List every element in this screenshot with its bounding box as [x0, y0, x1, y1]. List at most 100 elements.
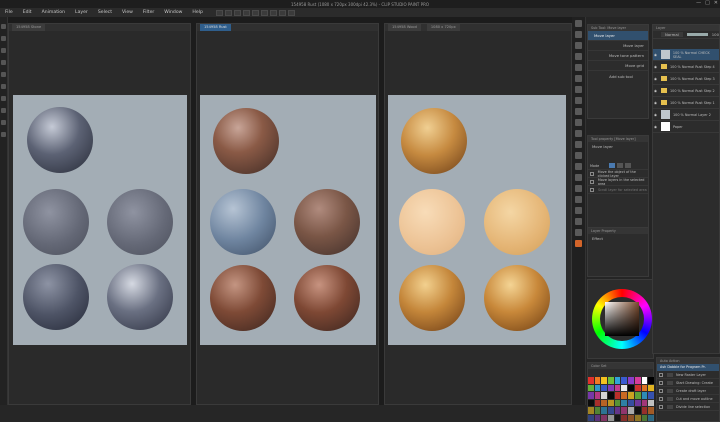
color-swatch[interactable] [614, 377, 621, 384]
tab-wood[interactable]: 154958 Wood [388, 24, 421, 31]
balloon-icon[interactable] [575, 218, 582, 225]
layer-row[interactable]: ◉ 100 % Normal CHECK SEAL [653, 49, 719, 61]
menu-layer[interactable]: Layer [70, 10, 93, 15]
figure-icon[interactable] [575, 185, 582, 192]
auto-action-item[interactable]: Cut and move outline [657, 395, 719, 403]
auto-action-set-select[interactable]: Ash Dabble for Program Pr. [657, 364, 719, 371]
save-icon[interactable] [233, 9, 241, 16]
color-swatch[interactable] [621, 399, 628, 406]
tool-icon[interactable] [1, 72, 6, 77]
eraser-icon[interactable] [575, 141, 582, 148]
color-swatch[interactable] [608, 399, 614, 406]
color-swatch[interactable] [628, 377, 634, 384]
menu-edit[interactable]: Edit [18, 10, 37, 15]
maximize-button[interactable]: □ [705, 0, 710, 6]
tool-icon[interactable] [1, 120, 6, 125]
color-swatch[interactable] [608, 377, 614, 384]
correct-line-icon[interactable] [575, 229, 582, 236]
color-swatch[interactable] [648, 384, 654, 391]
color-swatch[interactable] [601, 407, 608, 414]
sub-tool-move-tone[interactable]: Move tone pattern [588, 51, 648, 61]
option-scroll-layer[interactable]: Scroll layer for selected area [588, 186, 648, 194]
tool-icon[interactable] [1, 48, 6, 53]
gradient-icon[interactable] [575, 174, 582, 181]
color-swatch[interactable] [628, 392, 634, 399]
color-swatch[interactable] [648, 392, 654, 399]
color-swatch[interactable] [594, 392, 601, 399]
move-icon[interactable] [575, 31, 582, 38]
select-icon[interactable] [575, 42, 582, 49]
auto-action-item[interactable]: Create draft layer [657, 387, 719, 395]
eyedropper-icon[interactable] [575, 75, 582, 82]
color-swatch[interactable] [648, 399, 654, 406]
color-swatch[interactable] [628, 399, 634, 406]
tab-stone[interactable]: 154958 Stone [12, 24, 46, 31]
tool-icon[interactable] [1, 60, 6, 65]
mode-option-icon[interactable] [625, 163, 632, 168]
canvas-paper[interactable] [200, 95, 376, 345]
decoration-icon[interactable] [575, 130, 582, 137]
blend-icon[interactable] [575, 152, 582, 159]
color-swatch[interactable] [608, 392, 614, 399]
color-swatch[interactable] [608, 407, 614, 414]
option-selected-area[interactable]: Move layers in the selected area [588, 178, 648, 186]
auto-action-item[interactable]: New Raster Layer [657, 371, 719, 379]
color-swatch[interactable] [641, 414, 648, 421]
color-swatch[interactable] [588, 399, 594, 406]
open-icon[interactable] [224, 9, 232, 16]
eye-icon[interactable]: ◉ [653, 65, 658, 69]
color-swatch[interactable] [648, 377, 654, 384]
auto-action-item[interactable]: Divide line selection [657, 403, 719, 411]
sub-tool-move-grid[interactable]: Move grid [588, 61, 648, 71]
color-swatch[interactable] [588, 377, 594, 384]
color-swatch[interactable] [621, 407, 628, 414]
color-swatch[interactable] [621, 414, 628, 421]
sub-tool-move-layer[interactable]: Move layer [588, 31, 648, 41]
pen-icon[interactable] [575, 86, 582, 93]
airbrush-icon[interactable] [575, 119, 582, 126]
tool-icon[interactable] [1, 36, 6, 41]
tool-icon[interactable] [1, 96, 6, 101]
color-swatch[interactable] [641, 407, 648, 414]
transform-icon[interactable] [269, 9, 277, 16]
color-swatch[interactable] [601, 414, 608, 421]
menu-select[interactable]: Select [93, 10, 117, 15]
color-swatch[interactable] [614, 407, 621, 414]
color-swatch[interactable] [588, 384, 594, 391]
layer-row[interactable]: ◉ 100 % Normal Rust Step 2 [653, 85, 719, 97]
blend-mode-select[interactable]: Normal [661, 32, 683, 37]
color-swatch[interactable] [614, 384, 621, 391]
color-swatch[interactable] [588, 392, 594, 399]
ruler-icon[interactable] [575, 196, 582, 203]
color-swatch[interactable] [634, 377, 641, 384]
wand-icon[interactable] [575, 64, 582, 71]
invert-icon[interactable] [287, 9, 295, 16]
sub-tool-move-layer-2[interactable]: Move layer [588, 41, 648, 51]
minimize-button[interactable]: — [696, 0, 701, 6]
pencil-icon[interactable] [575, 97, 582, 104]
new-icon[interactable] [215, 9, 223, 16]
color-swatch[interactable] [634, 407, 641, 414]
canvas-paper[interactable] [388, 95, 566, 345]
mode-option-icon[interactable] [609, 163, 616, 168]
clear-icon[interactable] [260, 9, 268, 16]
text-icon[interactable] [575, 207, 582, 214]
color-swatch[interactable] [608, 384, 614, 391]
color-swatch[interactable] [588, 407, 594, 414]
canvas-window-rust[interactable]: 154958 Rust [196, 23, 379, 405]
tool-icon[interactable] [1, 24, 6, 29]
fill-icon[interactable] [575, 163, 582, 170]
eye-icon[interactable]: ◉ [653, 113, 658, 117]
layer-row[interactable]: ◉ 100 % Normal Rust Step 4 [653, 61, 719, 73]
color-swatch[interactable] [621, 377, 628, 384]
color-swatch[interactable] [594, 407, 601, 414]
opacity-slider[interactable] [686, 33, 708, 36]
color-saturation-square[interactable] [605, 302, 639, 336]
color-swatch[interactable] [614, 414, 621, 421]
color-swatch[interactable] [601, 392, 608, 399]
color-swatch[interactable] [621, 392, 628, 399]
color-swatch[interactable] [648, 407, 654, 414]
eye-icon[interactable]: ◉ [653, 89, 658, 93]
canvas-paper[interactable] [13, 95, 187, 345]
color-swatch[interactable] [594, 384, 601, 391]
